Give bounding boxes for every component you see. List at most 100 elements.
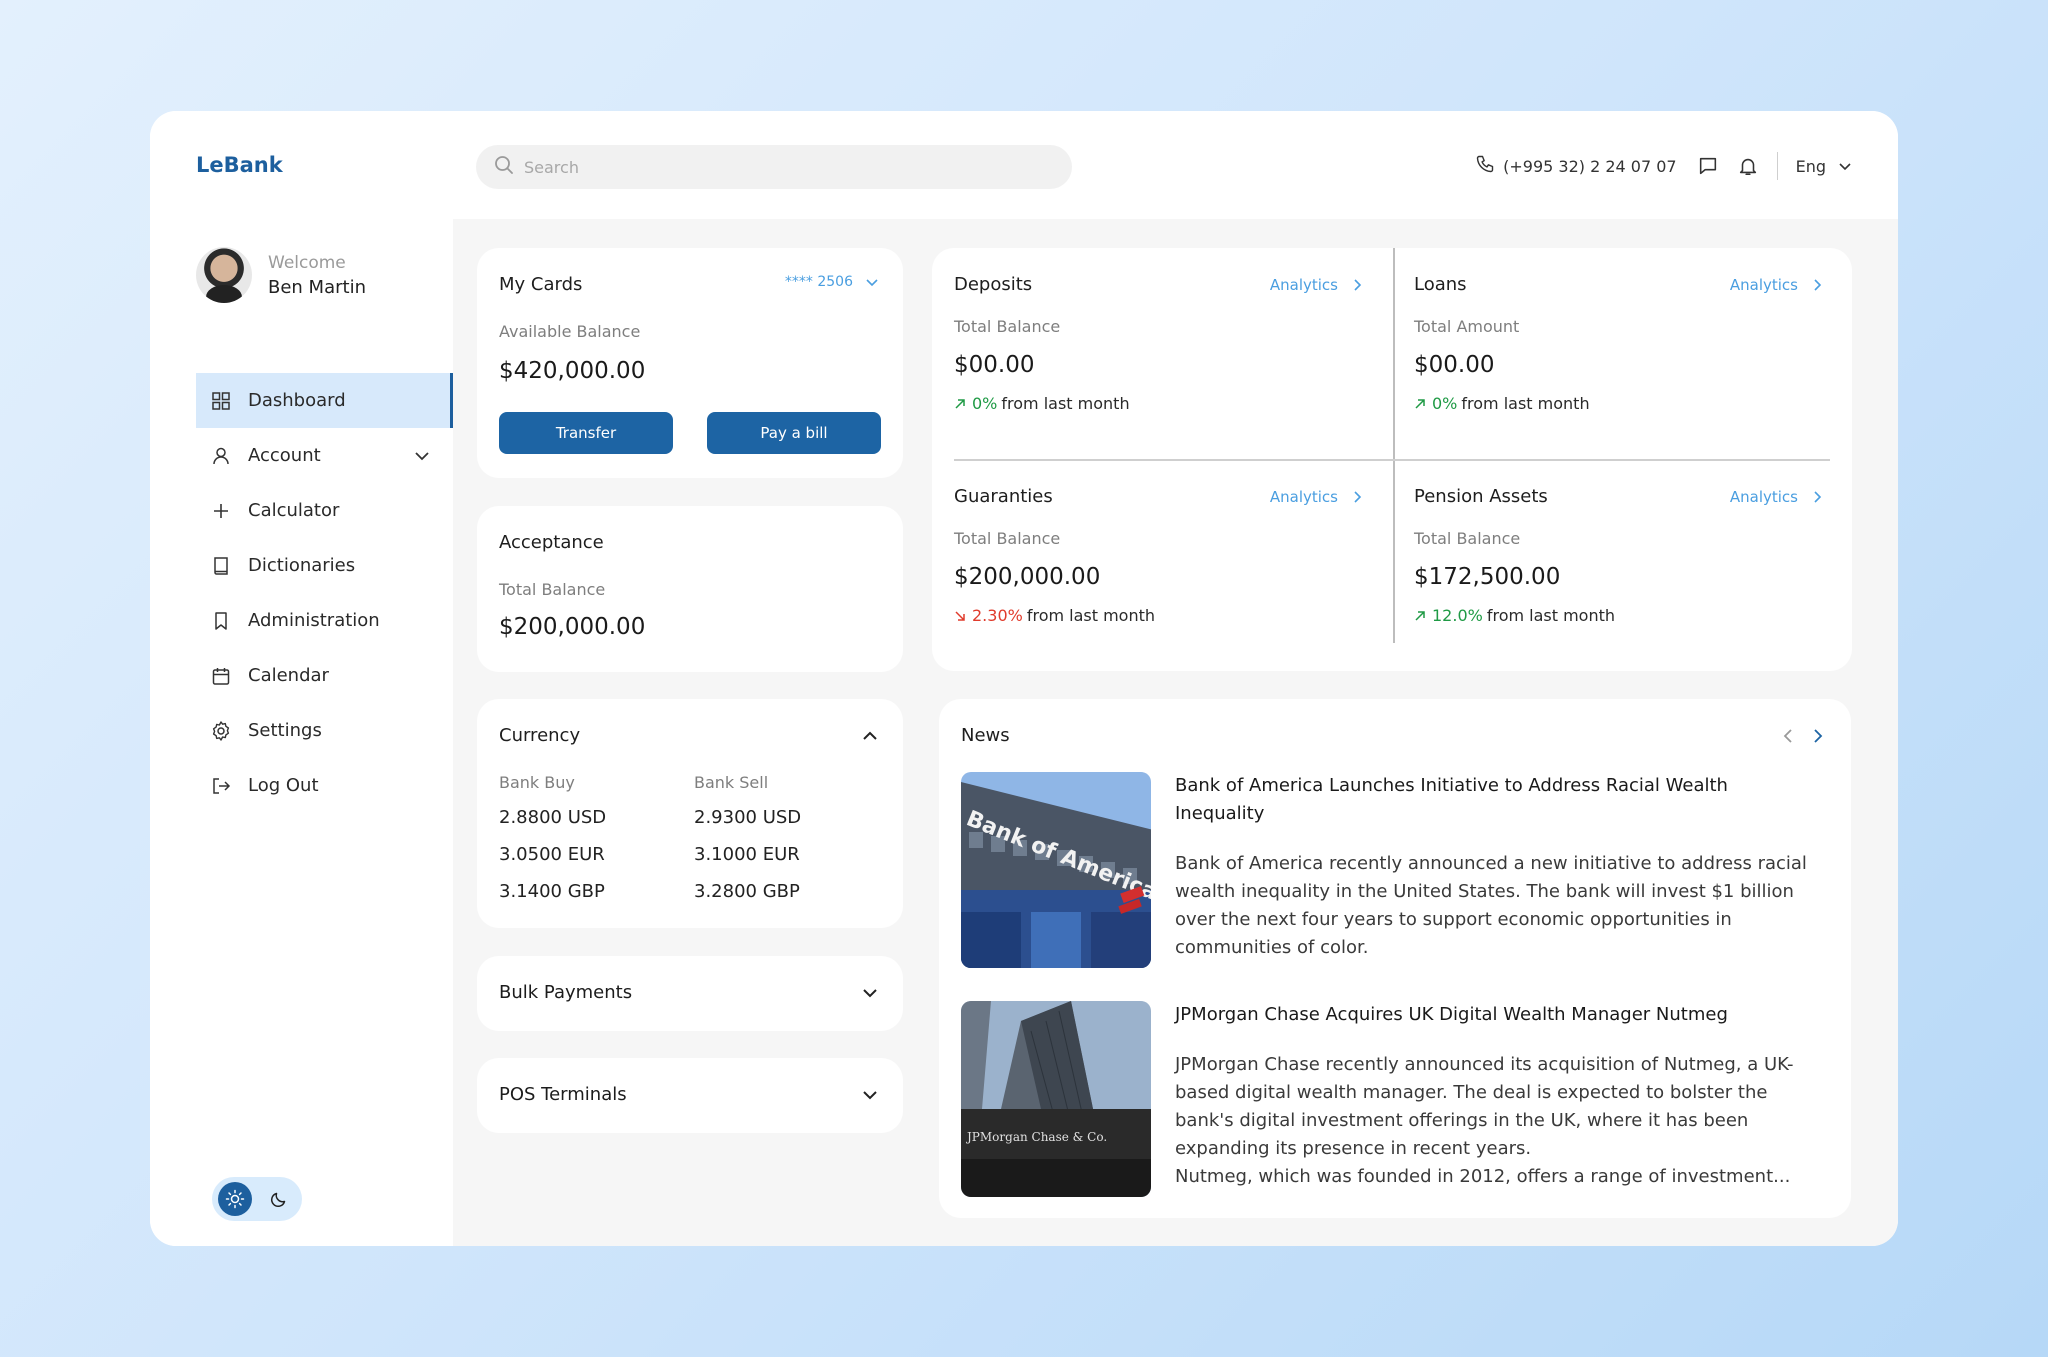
analytics-label: Analytics <box>1269 275 1338 294</box>
card-title: News <box>961 725 1010 746</box>
news-pagination <box>1765 727 1825 745</box>
search-bar[interactable] <box>476 145 1072 189</box>
section-title: Pension Assets <box>1414 486 1548 507</box>
loans-value: $00.00 <box>1414 352 1495 378</box>
chevron-down-icon[interactable] <box>861 1086 879 1104</box>
user-name: Ben Martin <box>268 276 366 298</box>
sidebar-item-dashboard[interactable]: Dashboard <box>196 373 453 428</box>
support-phone[interactable]: (+995 32) 2 24 07 07 <box>1503 157 1676 176</box>
change-indicator: 2.30% from last month <box>954 606 1364 625</box>
card-title: Bulk Payments <box>499 982 633 1003</box>
section-title: Guaranties <box>954 486 1053 507</box>
news-image: Bank of America <box>961 772 1151 968</box>
sidebar-item-account[interactable]: Account <box>196 428 453 483</box>
main-content: My Cards **** 2506 Available Balance $42… <box>453 219 1898 1246</box>
analytics-link[interactable]: Analytics <box>1730 276 1824 294</box>
sidebar-item-label: Administration <box>248 610 380 631</box>
sidebar-item-label: Settings <box>248 720 322 741</box>
sidebar-item-logout[interactable]: Log Out <box>196 758 453 813</box>
chevron-right-icon[interactable] <box>1811 727 1825 745</box>
chevron-up-icon[interactable] <box>861 727 879 745</box>
analytics-label: Analytics <box>1729 275 1798 294</box>
bulk-payments-card[interactable]: Bulk Payments <box>477 956 903 1031</box>
chevron-down-icon <box>866 279 878 287</box>
pension-value: $172,500.00 <box>1414 564 1561 590</box>
sidebar-item-administration[interactable]: Administration <box>196 593 453 648</box>
guaranties-section: Guaranties Analytics Total Balance $200,… <box>954 486 1364 625</box>
amount-label: Total Amount <box>1414 317 1520 336</box>
table-row: 3.1400 GBP 3.2800 GBP <box>499 881 889 918</box>
sidebar-item-label: Log Out <box>248 775 319 796</box>
app-logo[interactable]: LeBank <box>196 153 283 177</box>
pension-assets-section: Pension Assets Analytics Total Balance $… <box>1414 486 1824 625</box>
change-percent: 0% <box>1432 394 1458 413</box>
balance-label: Total Balance <box>499 580 606 599</box>
news-summary: Bank of America recently announced a new… <box>1175 853 1807 958</box>
sidebar-item-calculator[interactable]: Calculator <box>196 483 453 538</box>
deposits-value: $00.00 <box>954 352 1035 378</box>
theme-toggle[interactable] <box>212 1177 302 1221</box>
change-percent: 0% <box>972 394 998 413</box>
sidebar-item-dictionaries[interactable]: Dictionaries <box>196 538 453 593</box>
news-headline[interactable]: Bank of America Launches Initiative to A… <box>1175 772 1821 828</box>
balance-label: Total Balance <box>1414 529 1521 548</box>
sidebar-item-calendar[interactable]: Calendar <box>196 648 453 703</box>
chevron-left-icon[interactable] <box>1781 727 1795 745</box>
change-suffix: from last month <box>1486 606 1616 625</box>
section-title: Deposits <box>954 274 1033 295</box>
arrow-up-right-icon <box>955 398 965 409</box>
news-headline[interactable]: JPMorgan Chase Acquires UK Digital Wealt… <box>1175 1001 1821 1029</box>
sidebar-item-settings[interactable]: Settings <box>196 703 453 758</box>
top-bar: LeBank (+995 32) 2 24 07 07 Eng <box>150 111 1898 219</box>
buy-rate: 2.8800 USD <box>499 807 607 828</box>
buy-rate: 3.0500 EUR <box>499 844 605 865</box>
loans-section: Loans Analytics Total Amount $00.00 0% f… <box>1414 274 1824 413</box>
news-body: Bank of America Launches Initiative to A… <box>1175 772 1821 962</box>
guaranties-value: $200,000.00 <box>954 564 1101 590</box>
user-icon <box>210 445 232 467</box>
analytics-link[interactable]: Analytics <box>1270 276 1364 294</box>
analytics-link[interactable]: Analytics <box>1730 488 1824 506</box>
chevron-down-icon[interactable] <box>413 447 431 465</box>
change-percent: 12.0% <box>1432 606 1483 625</box>
moon-icon[interactable] <box>262 1182 296 1216</box>
sidebar-item-label: Dashboard <box>248 390 346 411</box>
app-window: LeBank (+995 32) 2 24 07 07 Eng <box>150 111 1898 1246</box>
search-input[interactable] <box>524 157 1004 177</box>
card-selector[interactable]: **** 2506 <box>785 274 879 290</box>
language-select[interactable]: Eng <box>1796 157 1852 176</box>
sell-rate: 2.9300 USD <box>694 807 802 828</box>
news-summary: JPMorgan Chase recently announced its ac… <box>1175 1054 1794 1159</box>
sun-icon[interactable] <box>218 1182 252 1216</box>
change-indicator: 0% from last month <box>1414 394 1824 413</box>
sidebar: Welcome Ben Martin Dashboard Account Cal… <box>150 219 453 1246</box>
pay-bill-button[interactable]: Pay a bill <box>707 412 881 454</box>
table-row: 3.0500 EUR 3.1000 EUR <box>499 844 889 881</box>
arrow-up-right-icon <box>1415 610 1425 621</box>
table-row: 2.8800 USD 2.9300 USD <box>499 807 889 844</box>
sell-rate: 3.1000 EUR <box>694 844 800 865</box>
sidebar-nav: Dashboard Account Calculator Dictionarie… <box>196 373 453 813</box>
search-icon <box>494 155 514 179</box>
grid-icon <box>210 390 232 412</box>
balance-label: Available Balance <box>499 322 641 341</box>
bookmark-icon <box>210 610 232 632</box>
gear-icon <box>210 720 232 742</box>
news-card: News Bank of America Bank of America Lau… <box>939 699 1851 1218</box>
pos-terminals-card[interactable]: POS Terminals <box>477 1058 903 1133</box>
acceptance-card: Acceptance Total Balance $200,000.00 <box>477 506 903 672</box>
chevron-down-icon <box>1839 163 1851 171</box>
table-header: Bank Buy Bank Sell <box>499 773 889 807</box>
divider <box>954 459 1830 461</box>
welcome-label: Welcome <box>268 252 346 273</box>
chevron-right-icon <box>1814 278 1822 291</box>
chat-icon[interactable] <box>1697 155 1719 177</box>
chevron-down-icon[interactable] <box>861 984 879 1002</box>
transfer-button[interactable]: Transfer <box>499 412 673 454</box>
my-cards-card: My Cards **** 2506 Available Balance $42… <box>477 248 903 478</box>
acceptance-balance: $200,000.00 <box>499 614 646 640</box>
user-profile[interactable]: Welcome Ben Martin <box>196 247 366 303</box>
bell-icon[interactable] <box>1737 155 1759 177</box>
analytics-link[interactable]: Analytics <box>1270 488 1364 506</box>
card-title: POS Terminals <box>499 1084 627 1105</box>
